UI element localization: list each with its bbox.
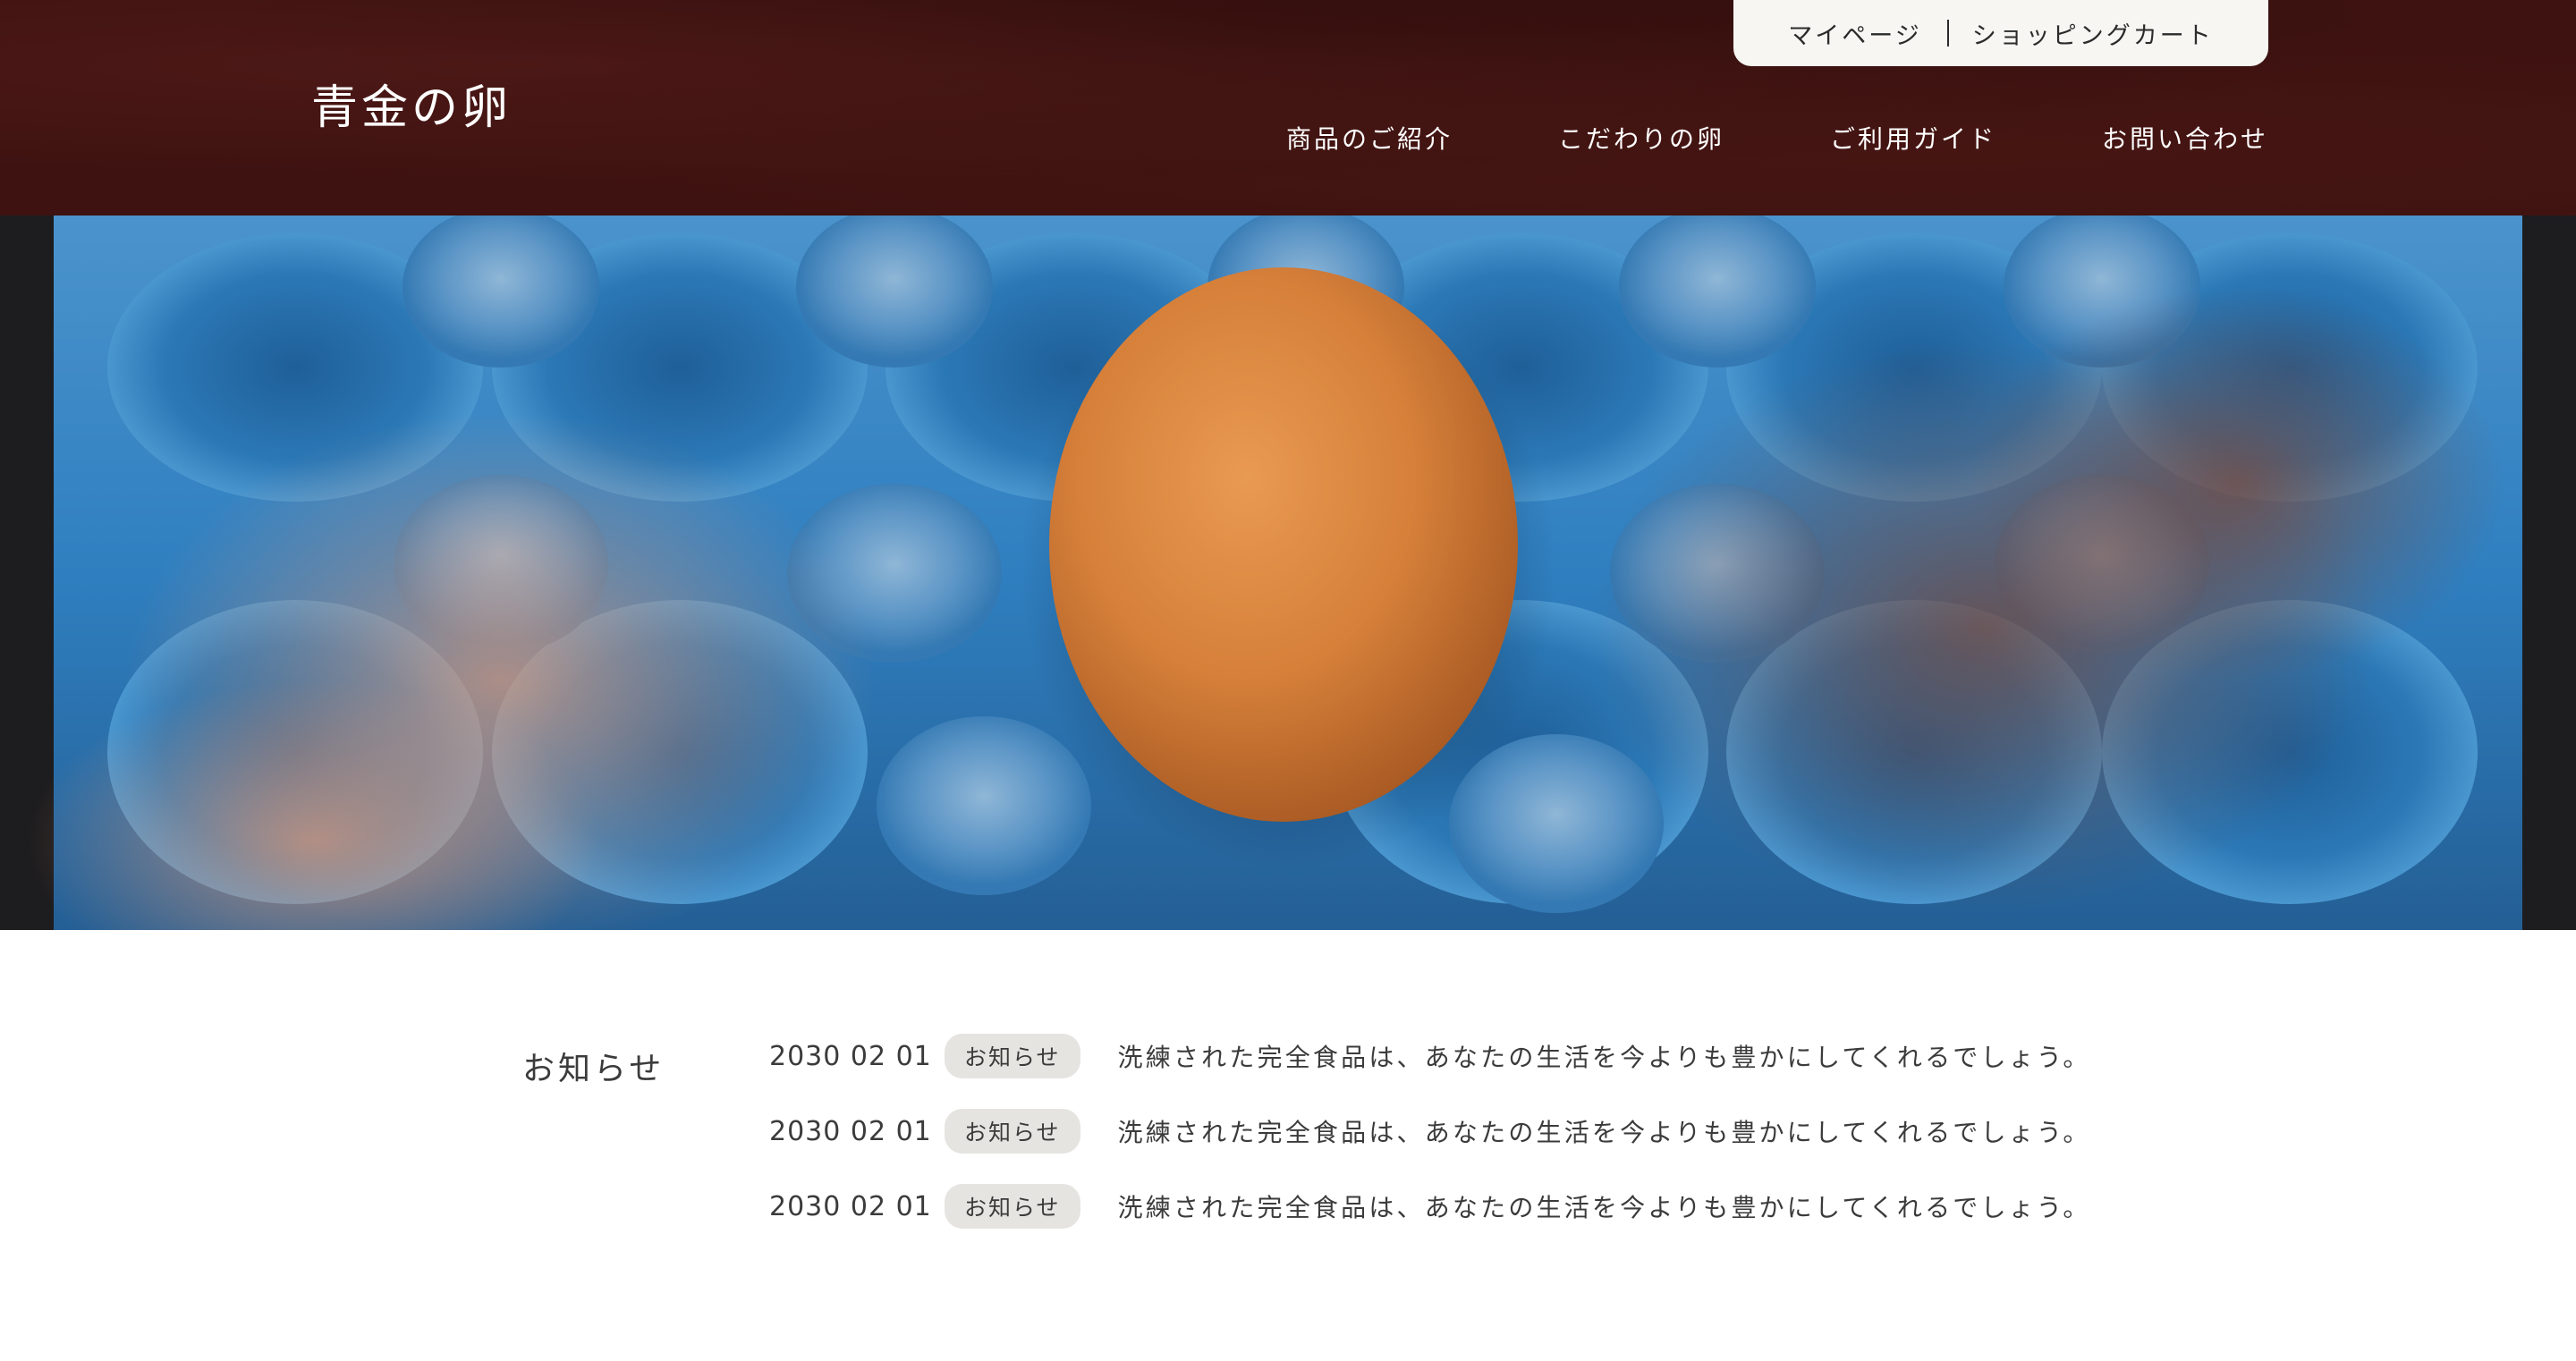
news-date: 2030 02 01 bbox=[769, 1040, 932, 1072]
news-date: 2030 02 01 bbox=[769, 1190, 932, 1222]
news-section: お知らせ 2030 02 01 お知らせ 洗練された完全食品は、あなたの生活を今… bbox=[0, 930, 2576, 1361]
news-item[interactable]: 2030 02 01 お知らせ 洗練された完全食品は、あなたの生活を今よりも豊か… bbox=[769, 1109, 2091, 1154]
site-logo[interactable]: 青金の卵 bbox=[311, 70, 512, 137]
news-text[interactable]: 洗練された完全食品は、あなたの生活を今よりも豊かにしてくれるでしょう。 bbox=[1118, 1038, 2091, 1074]
news-date: 2030 02 01 bbox=[769, 1115, 932, 1147]
nav-item-guide[interactable]: ご利用ガイド bbox=[1830, 120, 1996, 156]
utility-menu: マイページ ショッピングカート bbox=[1733, 0, 2268, 66]
news-heading: お知らせ bbox=[522, 1051, 665, 1087]
nav-item-products[interactable]: 商品のご紹介 bbox=[1286, 120, 1453, 156]
news-category-badge: お知らせ bbox=[945, 1034, 1080, 1078]
mypage-link[interactable]: マイページ bbox=[1788, 16, 1921, 51]
news-item[interactable]: 2030 02 01 お知らせ 洗練された完全食品は、あなたの生活を今よりも豊か… bbox=[769, 1034, 2091, 1078]
news-text[interactable]: 洗練された完全食品は、あなたの生活を今よりも豊かにしてくれるでしょう。 bbox=[1118, 1113, 2091, 1149]
hero-image bbox=[0, 216, 2576, 930]
page: 青金の卵 マイページ ショッピングカート 商品のご紹介 こだわりの卵 ご利用ガイ… bbox=[0, 0, 2576, 1361]
shopping-cart-link[interactable]: ショッピングカート bbox=[1972, 16, 2214, 51]
news-text[interactable]: 洗練された完全食品は、あなたの生活を今よりも豊かにしてくれるでしょう。 bbox=[1118, 1188, 2091, 1224]
utility-divider bbox=[1946, 20, 1949, 46]
news-item[interactable]: 2030 02 01 お知らせ 洗練された完全食品は、あなたの生活を今よりも豊か… bbox=[769, 1184, 2091, 1229]
news-category-badge: お知らせ bbox=[945, 1109, 1080, 1154]
egg bbox=[1049, 267, 1518, 822]
news-list: 2030 02 01 お知らせ 洗練された完全食品は、あなたの生活を今よりも豊か… bbox=[769, 1034, 2091, 1259]
nav-item-commitment[interactable]: こだわりの卵 bbox=[1558, 120, 1724, 156]
nav-item-contact[interactable]: お問い合わせ bbox=[2102, 120, 2268, 156]
site-header: 青金の卵 マイページ ショッピングカート 商品のご紹介 こだわりの卵 ご利用ガイ… bbox=[0, 0, 2576, 216]
news-category-badge: お知らせ bbox=[945, 1184, 1080, 1229]
global-nav: 商品のご紹介 こだわりの卵 ご利用ガイド お問い合わせ bbox=[1286, 120, 2268, 156]
egg-carton-photo bbox=[0, 216, 2576, 930]
